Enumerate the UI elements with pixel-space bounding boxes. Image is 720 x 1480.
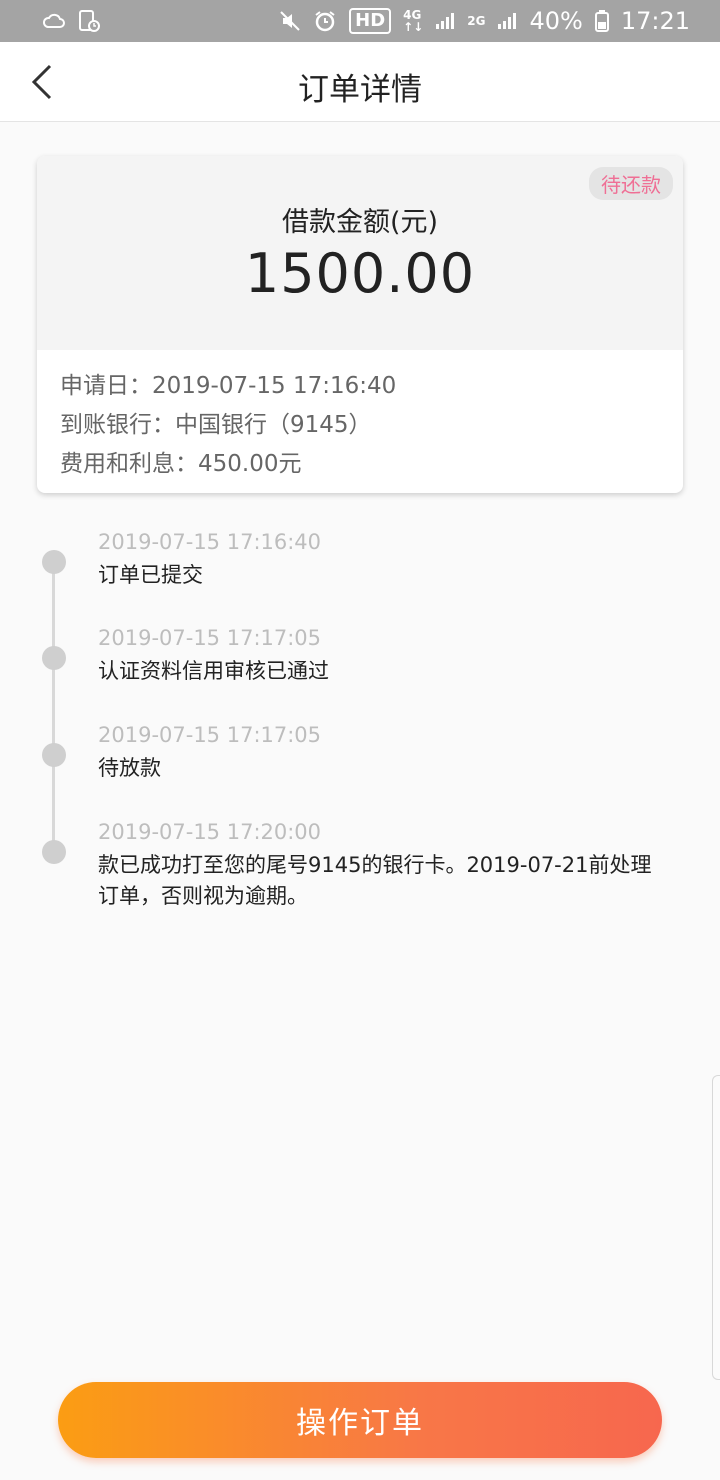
edge-panel-handle[interactable] bbox=[712, 1075, 720, 1380]
loan-info: 申请日：2019-07-15 17:16:40 到账银行：中国银行（9145） … bbox=[60, 367, 396, 484]
timeline-dot bbox=[42, 840, 66, 864]
status-bar: HD 4G ↑↓ 2G 40% 17:21 bbox=[0, 0, 720, 42]
timeline-dot bbox=[42, 743, 66, 767]
network-4g-label: 4G ↑↓ bbox=[403, 9, 423, 33]
timeline-time: 2019-07-15 17:17:05 bbox=[98, 626, 322, 650]
alarm-icon bbox=[313, 9, 337, 33]
screen-record-icon bbox=[78, 9, 100, 33]
amount-value: 1500.00 bbox=[244, 242, 476, 305]
data-arrows-icon: ↑↓ bbox=[403, 20, 424, 34]
page-title: 订单详情 bbox=[298, 72, 422, 108]
weather-icon bbox=[42, 11, 66, 31]
receiving-bank: 到账银行：中国银行（9145） bbox=[60, 412, 372, 438]
fees-interest: 费用和利息：450.00元 bbox=[60, 451, 302, 477]
status-bar-left bbox=[42, 9, 100, 33]
timeline-desc: 认证资料信用审核已通过 bbox=[98, 659, 329, 683]
status-badge: 待还款 bbox=[589, 167, 673, 200]
amount-label: 借款金额(元) bbox=[281, 207, 439, 238]
timeline-line bbox=[52, 560, 55, 854]
battery-percent: 40% bbox=[529, 7, 583, 35]
network-2g-label: 2G bbox=[467, 15, 485, 27]
timeline-time: 2019-07-15 17:17:05 bbox=[98, 723, 322, 747]
nav-header: 订单详情 bbox=[0, 42, 720, 122]
battery-icon bbox=[594, 10, 609, 32]
timeline-dot bbox=[42, 550, 66, 574]
loan-card: 待还款 借款金额(元) 1500.00 申请日：2019-07-15 17:16… bbox=[37, 156, 683, 493]
status-bar-right: HD 4G ↑↓ 2G 40% 17:21 bbox=[279, 7, 690, 35]
apply-date: 申请日：2019-07-15 17:16:40 bbox=[60, 373, 397, 399]
timeline-time: 2019-07-15 17:16:40 bbox=[98, 530, 322, 554]
timeline-time: 2019-07-15 17:20:00 bbox=[98, 820, 322, 844]
timeline-dot bbox=[42, 646, 66, 670]
mute-icon bbox=[279, 10, 301, 32]
timeline-desc: 订单已提交 bbox=[98, 563, 203, 587]
operate-order-button[interactable]: 操作订单 bbox=[58, 1382, 662, 1458]
order-timeline: 2019-07-15 17:16:40 订单已提交 2019-07-15 17:… bbox=[0, 520, 720, 908]
signal-icon bbox=[435, 12, 455, 30]
hd-badge: HD bbox=[349, 8, 392, 34]
timeline-desc: 待放款 bbox=[98, 756, 161, 780]
network-2g-text: 2G bbox=[467, 14, 486, 28]
signal-2-icon bbox=[497, 12, 517, 30]
clock: 17:21 bbox=[620, 7, 690, 35]
loan-card-summary: 待还款 借款金额(元) 1500.00 bbox=[37, 156, 683, 350]
timeline-desc: 款已成功打至您的尾号9145的银行卡。2019-07-21前处理订单，否则视为逾… bbox=[98, 853, 652, 908]
